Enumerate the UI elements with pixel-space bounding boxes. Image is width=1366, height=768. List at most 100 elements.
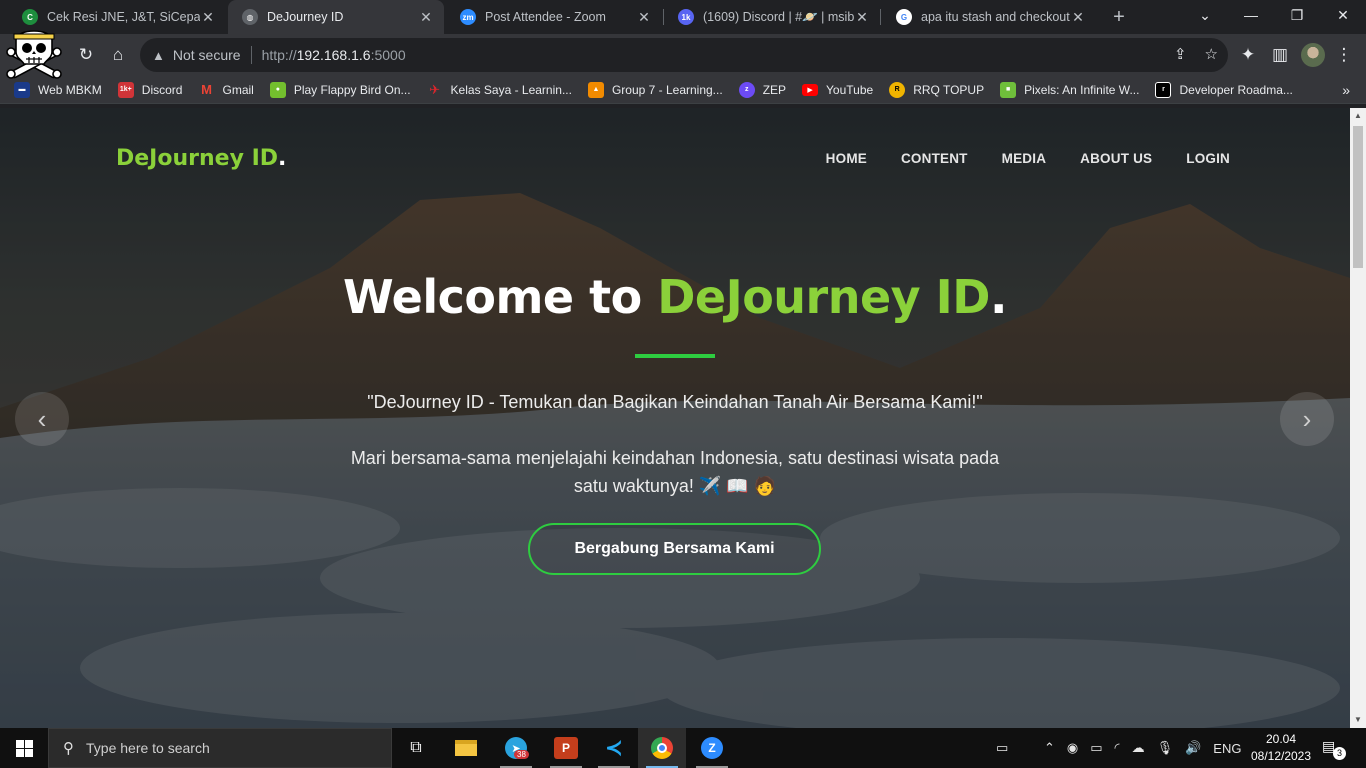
- bookmark-discord[interactable]: 1k+ Discord: [117, 81, 183, 98]
- tab-google[interactable]: G apa itu stash and checkout - ✕: [882, 0, 1096, 34]
- chrome-icon[interactable]: [638, 728, 686, 768]
- tab-zoom[interactable]: zm Post Attendee - Zoom ✕: [446, 0, 662, 34]
- carousel-prev-icon[interactable]: ‹: [15, 392, 69, 446]
- extensions-icon[interactable]: ✦: [1236, 43, 1260, 67]
- join-button[interactable]: Bergabung Bersama Kami: [528, 523, 821, 575]
- nav-home[interactable]: HOME: [826, 151, 867, 166]
- system-tray: ⌃ ◉ ▭ ◜ ☁ 🎙 🔊 ENG: [1044, 728, 1241, 768]
- bookmark-youtube[interactable]: ▶ YouTube: [802, 83, 873, 97]
- page-scrollbar[interactable]: ▲ ▼: [1350, 108, 1366, 728]
- bookmark-flappy-bird[interactable]: ● Play Flappy Bird On...: [269, 81, 411, 98]
- close-tab-icon[interactable]: ✕: [1070, 9, 1086, 26]
- cloud-icon[interactable]: ☁: [1132, 740, 1145, 756]
- webcam-icon[interactable]: ◉: [1067, 740, 1078, 756]
- nav-media[interactable]: MEDIA: [1002, 151, 1047, 166]
- bookmark-gmail[interactable]: M Gmail: [198, 82, 254, 98]
- tab-title: Cek Resi JNE, J&T, SiCepat, N: [47, 10, 200, 24]
- clock[interactable]: 20.04 08/12/2023: [1246, 731, 1316, 765]
- profile-avatar[interactable]: [1301, 43, 1325, 67]
- address-bar[interactable]: ▲ Not secure http://192.168.1.6:5000 ⇪ ☆: [140, 38, 1228, 72]
- hero-title-post: .: [989, 270, 1007, 324]
- discord-icon: 1k: [678, 9, 694, 25]
- nav-about-us[interactable]: ABOUT US: [1080, 151, 1152, 166]
- rrq-icon: R: [889, 81, 906, 98]
- gmail-icon: M: [201, 82, 212, 97]
- wifi-icon[interactable]: ◜: [1115, 740, 1120, 756]
- site-logo[interactable]: DeJourney ID.: [116, 146, 286, 171]
- zoom-icon[interactable]: Z: [688, 728, 736, 768]
- microphone-icon[interactable]: 🎙: [1157, 740, 1174, 756]
- roadmap-icon: r: [1155, 81, 1172, 98]
- omnibox-divider: [250, 46, 252, 64]
- close-tab-icon[interactable]: ✕: [854, 9, 870, 26]
- search-icon: ⚲: [63, 740, 74, 757]
- bookmark-web-mbkm[interactable]: ▬ Web MBKM: [14, 81, 102, 98]
- dicoding-icon: ✈: [429, 81, 440, 97]
- bookmark-pixels[interactable]: ■ Pixels: An Infinite W...: [1000, 81, 1140, 98]
- bookmark-kelas-saya[interactable]: ✈ Kelas Saya - Learnin...: [427, 82, 572, 98]
- close-tab-icon[interactable]: ✕: [418, 9, 434, 26]
- bookmark-label: Discord: [141, 82, 183, 97]
- carousel-next-icon[interactable]: ›: [1280, 392, 1334, 446]
- bookmark-group-7[interactable]: ▲ Group 7 - Learning...: [587, 81, 723, 98]
- reload-button[interactable]: ↻: [74, 43, 98, 67]
- meet-now-icon[interactable]: ▭: [996, 728, 1008, 768]
- tab-separator: [880, 9, 881, 25]
- bookmark-star-icon[interactable]: ☆: [1205, 45, 1218, 63]
- hero-subtitle: Mari bersama-sama menjelajahi keindahan …: [350, 448, 1000, 496]
- bookmarks-overflow-icon[interactable]: »: [1342, 82, 1350, 98]
- side-panel-icon[interactable]: ▥: [1268, 43, 1292, 67]
- close-tab-icon[interactable]: ✕: [200, 9, 216, 26]
- tab-dejourney[interactable]: ◍ DeJourney ID ✕: [228, 0, 444, 34]
- bookmark-label: Pixels: An Infinite W...: [1024, 82, 1140, 97]
- hero-divider: [635, 354, 715, 358]
- bookmark-label: ZEP: [762, 82, 787, 97]
- flappy-bird-icon: ●: [269, 81, 286, 98]
- volume-icon[interactable]: 🔊: [1185, 740, 1201, 756]
- scroll-up-icon[interactable]: ▲: [1350, 108, 1366, 124]
- telegram-icon[interactable]: ➤: [492, 728, 540, 768]
- bookmark-label: Developer Roadma...: [1179, 82, 1293, 97]
- scrollbar-thumb[interactable]: [1353, 126, 1363, 268]
- url-scheme: http://: [261, 47, 297, 63]
- warning-icon[interactable]: ▲: [152, 48, 165, 63]
- zep-icon: z: [738, 81, 755, 98]
- bookmarks-bar: ▬ Web MBKM 1k+ Discord M Gmail ● Play Flappy…: [0, 76, 1366, 104]
- close-window-button[interactable]: ✕: [1320, 0, 1366, 34]
- brand-dot: .: [278, 146, 287, 171]
- restore-button[interactable]: ❐: [1274, 0, 1320, 34]
- bookmark-developer-roadmap[interactable]: r Developer Roadma...: [1155, 81, 1293, 98]
- bookmark-label: Web MBKM: [38, 82, 102, 97]
- hero-title-pre: Welcome to: [343, 270, 658, 324]
- powerpoint-icon[interactable]: P: [542, 728, 590, 768]
- minimize-button[interactable]: —: [1228, 0, 1274, 34]
- page-viewport: DeJourney ID. HOME CONTENT MEDIA ABOUT U…: [0, 108, 1350, 728]
- close-tab-icon[interactable]: ✕: [636, 9, 652, 26]
- menu-kebab-icon[interactable]: ⋮: [1332, 43, 1356, 67]
- nav-login[interactable]: LOGIN: [1186, 151, 1230, 166]
- battery-icon[interactable]: ▭: [1090, 740, 1102, 756]
- bookmark-label: Gmail: [222, 82, 254, 97]
- tab-title: DeJourney ID: [267, 10, 344, 24]
- share-icon[interactable]: ⇪: [1174, 45, 1187, 63]
- bookmark-zep[interactable]: z ZEP: [738, 81, 787, 98]
- nav-content[interactable]: CONTENT: [901, 151, 968, 166]
- vscode-icon[interactable]: ≺: [590, 728, 638, 768]
- tab-discord[interactable]: 1k (1609) Discord | #🪐 | msib-c ✕: [664, 0, 880, 34]
- bookmark-rrq-topup[interactable]: R RRQ TOPUP: [889, 81, 984, 98]
- start-button[interactable]: [0, 728, 48, 768]
- hero-quote: "DeJourney ID - Temukan dan Bagikan Kein…: [367, 392, 983, 412]
- tab-search-button[interactable]: ⌄: [1182, 0, 1228, 34]
- notification-center-icon[interactable]: ▤ 3: [1322, 738, 1346, 760]
- chevron-up-icon[interactable]: ⌃: [1044, 740, 1055, 756]
- new-tab-button[interactable]: +: [1108, 6, 1130, 28]
- language-indicator[interactable]: ENG: [1213, 741, 1241, 756]
- file-explorer-icon[interactable]: [442, 728, 490, 768]
- tab-title: (1609) Discord | #🪐 | msib-c: [703, 9, 854, 24]
- task-view-icon[interactable]: ⧉: [392, 728, 440, 768]
- scroll-down-icon[interactable]: ▼: [1350, 712, 1366, 728]
- taskbar-search[interactable]: ⚲ Type here to search: [48, 728, 392, 768]
- home-button[interactable]: ⌂: [106, 43, 130, 67]
- security-label[interactable]: Not secure: [173, 47, 241, 63]
- pixels-icon: ■: [1000, 81, 1017, 98]
